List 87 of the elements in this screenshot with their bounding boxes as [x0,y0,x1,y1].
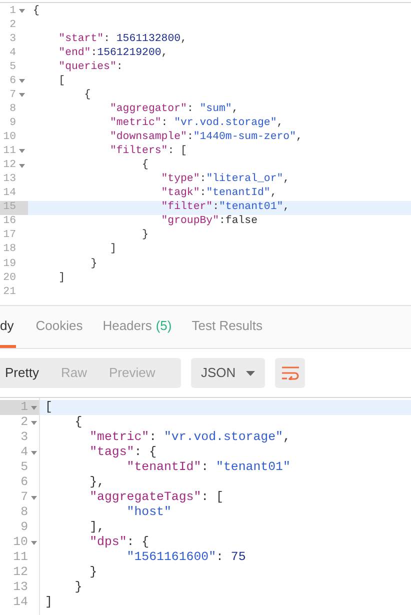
code-line: { [74,416,82,429]
line-number: 21 [2,286,16,298]
code-line: "filters": [ [108,146,187,157]
code-line: { [141,160,148,171]
line-number: 17 [2,230,16,242]
code-line: "tenantId": "tenant01" [126,461,290,474]
code-line: "type":"literal_or", [160,174,290,185]
line-number: 6 [8,76,16,87]
line-number: 8 [8,104,16,115]
line-number: 9 [20,521,28,534]
code-line: "aggregator": "sum", [108,104,238,115]
line-number: 7 [8,90,16,101]
code-line: ] [44,596,52,609]
code-line: "tagk":"tenantId", [160,188,277,199]
code-line: } [141,230,148,242]
code-line: ], [88,521,104,534]
code-line: "downsample":"1440m-sum-zero", [108,132,302,143]
line-number: 14 [12,596,28,609]
view-mode-option[interactable]: Pretty [5,363,39,383]
code-line: "host" [126,506,172,519]
line-number: 7 [20,491,28,504]
line-number: 10 [12,536,28,549]
line-number: 1 [8,6,16,16]
fold-caret-icon[interactable] [19,79,25,84]
code-line: "groupBy":false [160,216,258,228]
line-number: 13 [2,174,16,185]
line-number: 18 [2,244,16,256]
line-number: 2 [8,20,16,30]
fold-caret-icon[interactable] [31,540,37,544]
code-line: } [88,566,98,579]
fold-caret-icon[interactable] [31,450,37,454]
code-line: "tags": { [88,446,157,459]
code-line: [ [58,76,66,87]
code-line: [ [44,401,52,414]
line-number: 11 [2,146,16,157]
fold-caret-icon[interactable] [31,406,37,410]
line-number: 11 [12,551,28,564]
fold-caret-icon[interactable] [19,149,25,154]
line-number: 5 [20,461,28,474]
code-line: "end":1561219200, [58,48,168,59]
line-number: 16 [2,216,16,228]
line-number: 5 [8,62,16,73]
view-mode-option[interactable]: Preview [108,363,156,383]
line-number: 10 [2,132,16,143]
response-tab[interactable]: Cookies [36,306,83,348]
line-number: 3 [8,34,16,44]
caret-icon [246,370,255,376]
code-line: } [74,581,82,594]
line-number: 19 [2,258,16,270]
fold-caret-icon[interactable] [19,164,25,168]
fold-caret-icon[interactable] [31,496,37,500]
code-line: "metric": "vr.vod.storage", [108,118,284,129]
view-mode-option[interactable]: Raw [60,363,87,383]
fold-caret-icon[interactable] [19,93,25,98]
code-line: "metric": "vr.vod.storage", [88,431,290,444]
fold-caret-icon[interactable] [31,420,37,424]
code-line: ] [58,272,66,284]
line-number: 8 [20,506,28,519]
line-number: 6 [20,476,28,489]
code-line: "filter":"tenant01", [160,202,290,214]
line-number: 4 [8,48,16,59]
code-line: "queries": [58,62,123,73]
line-number: 12 [2,160,16,171]
line-number: 14 [2,188,16,199]
code-line: ] [108,244,116,256]
response-tab[interactable]: dy [0,306,16,348]
fold-caret-icon[interactable] [19,9,25,14]
code-line: } [90,258,98,270]
code-line: }, [88,476,104,489]
line-number: 2 [20,416,28,429]
line-number: 20 [2,272,16,284]
line-number: 12 [12,566,28,579]
code-line: "dps": { [88,536,150,549]
line-number: 3 [20,431,28,444]
line-number: 4 [20,446,28,459]
format-dropdown[interactable]: JSON [191,358,265,388]
wrap-lines-icon [282,366,298,380]
code-line: { [83,90,91,101]
code-line: { [32,6,40,16]
code-line: "1561161600": 75 [126,551,246,564]
response-tab[interactable]: Test Results [192,306,263,348]
code-line: "aggregateTags": [ [88,491,224,504]
wrap-lines-button[interactable] [275,358,305,388]
response-tab[interactable]: Headers (5) [102,306,172,348]
line-number: 9 [8,118,16,129]
line-number: 13 [12,581,28,594]
code-line: "start": 1561132800, [58,34,187,44]
